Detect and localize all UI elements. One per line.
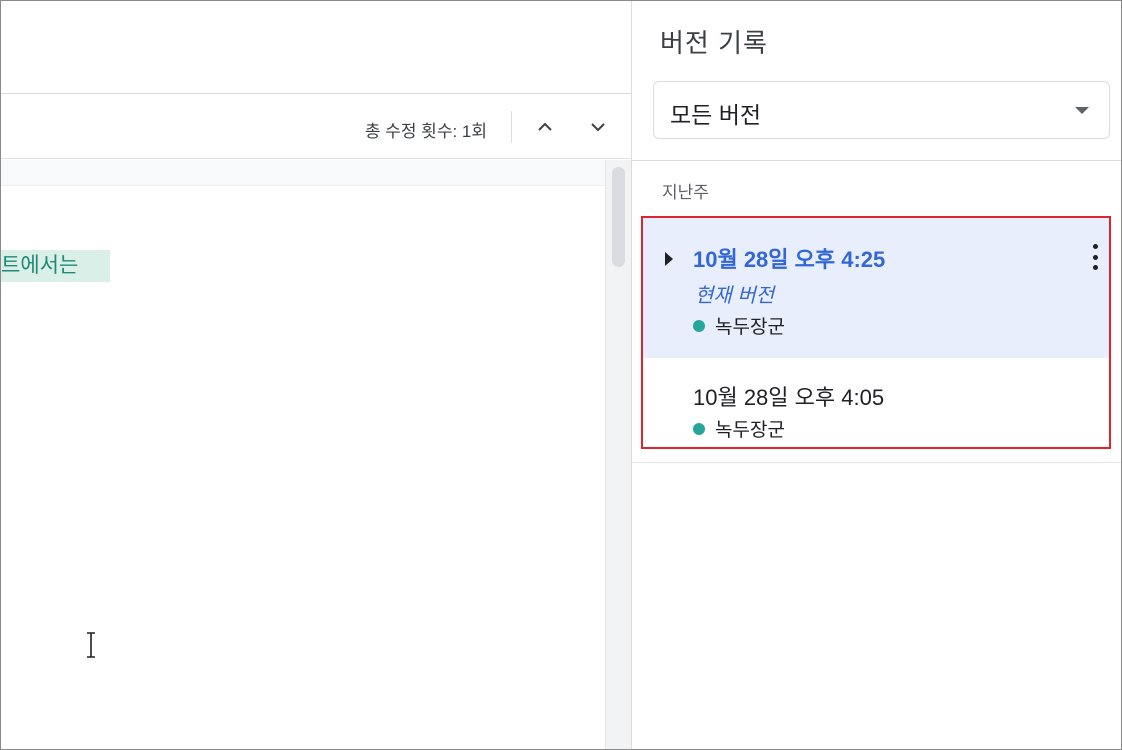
chevron-up-icon [538, 122, 552, 131]
caret-right-icon[interactable] [665, 252, 673, 266]
author-color-dot [693, 422, 705, 435]
next-edit-button[interactable] [580, 109, 616, 145]
text-cursor-icon [87, 632, 95, 658]
version-date: 10월 28일 오후 4:25 [693, 247, 886, 272]
author-name: 녹두장군 [715, 317, 785, 338]
author-color-dot [693, 319, 705, 332]
document-area: 총 수정 횟수: 1회 트에서는 [1, 1, 631, 749]
edit-navigation-bar: 총 수정 횟수: 1회 [1, 95, 631, 159]
panel-title: 버전 기록 [660, 28, 768, 58]
version-author: 녹두장군 [693, 312, 785, 339]
previous-edit-button[interactable] [527, 109, 563, 145]
toolbar-divider [511, 111, 512, 143]
version-author: 녹두장군 [693, 415, 785, 442]
more-vert-icon[interactable] [1087, 242, 1103, 272]
panel-divider [632, 160, 1121, 161]
version-item-current[interactable]: 10월 28일 오후 4:25 현재 버전 녹두장군 [643, 218, 1109, 358]
version-history-panel: 버전 기록 모든 버전 지난주 10월 28일 오후 4:25 현재 버전 녹두… [631, 1, 1121, 749]
version-item[interactable]: 10월 28일 오후 4:05 녹두장군 [643, 358, 1109, 447]
scrollbar-thumb[interactable] [612, 167, 625, 267]
version-list-highlight-box: 10월 28일 오후 4:25 현재 버전 녹두장군 10월 28일 오후 4:… [641, 216, 1111, 449]
top-toolbar-area [1, 1, 631, 94]
edit-count-label: 총 수정 횟수: 1회 [364, 122, 487, 141]
author-name: 녹두장군 [715, 420, 785, 441]
highlighted-edit-text[interactable]: 트에서는 [1, 250, 110, 282]
version-date: 10월 28일 오후 4:05 [693, 385, 885, 410]
current-version-label: 현재 버전 [695, 285, 775, 307]
version-group-label: 지난주 [662, 183, 709, 202]
version-list-divider [632, 462, 1121, 463]
app-window: 총 수정 횟수: 1회 트에서는 버전 기록 모든 버전 지난주 10월 28일… [0, 0, 1122, 750]
version-filter-select[interactable]: 모든 버전 [653, 81, 1110, 139]
chevron-down-icon [591, 123, 605, 132]
filter-selected-value: 모든 버전 [670, 102, 762, 128]
caret-down-icon [1075, 107, 1089, 114]
page-top-margin [1, 160, 605, 186]
